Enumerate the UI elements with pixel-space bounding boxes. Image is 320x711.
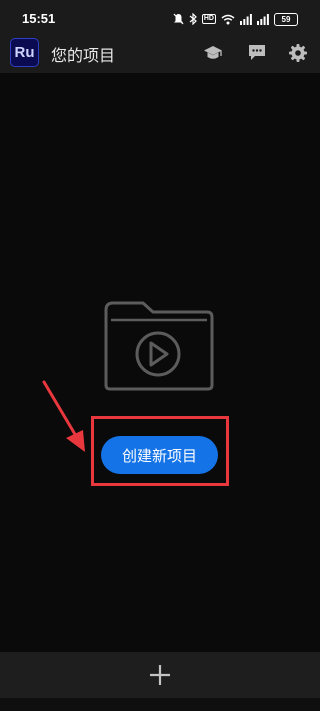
app-bar: Ru 您的项目 <box>0 33 320 73</box>
bluetooth-icon <box>189 13 197 25</box>
battery-icon: 59 <box>274 12 298 26</box>
page-title: 您的项目 <box>51 46 116 65</box>
speech-bubble-icon <box>249 45 265 60</box>
plus-icon <box>150 665 170 685</box>
learn-button[interactable] <box>201 41 225 65</box>
wifi-icon <box>221 14 235 24</box>
add-project-button[interactable] <box>140 655 180 695</box>
signal-icon <box>240 13 252 25</box>
signal-icon-2 <box>257 13 269 25</box>
feedback-button[interactable] <box>245 41 269 65</box>
gear-icon <box>289 44 307 62</box>
bottom-bar <box>0 652 320 698</box>
status-icons: HD 59 <box>173 12 298 26</box>
battery-level: 59 <box>281 14 291 24</box>
annotation-arrow <box>42 380 85 452</box>
settings-button[interactable] <box>286 41 310 65</box>
status-time: 15:51 <box>22 11 56 26</box>
mute-icon <box>173 13 184 25</box>
create-project-button[interactable]: 创建新项目 <box>101 436 218 474</box>
app-logo: Ru <box>10 38 39 67</box>
folder-video-icon <box>104 301 214 391</box>
hd-badge: HD <box>201 14 216 24</box>
graduation-cap-icon <box>204 46 222 59</box>
system-nav-bar <box>0 698 320 711</box>
